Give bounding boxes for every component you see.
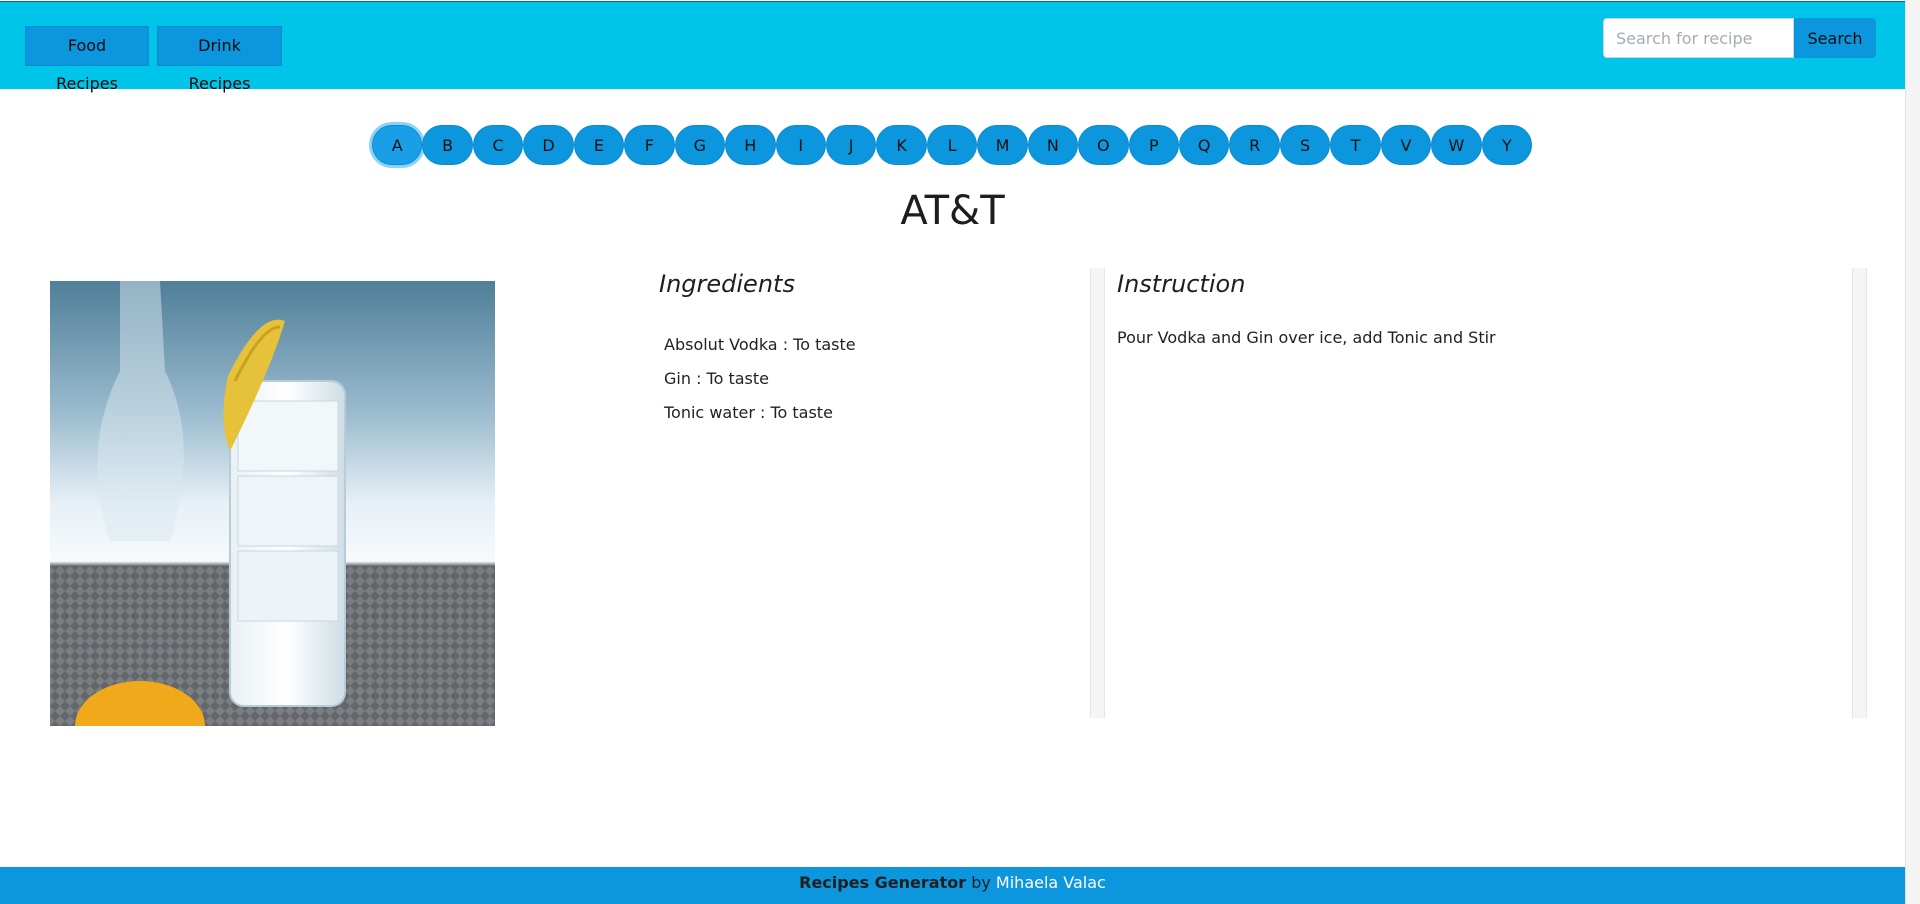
top-navbar: Food Recipes Drink Recipes Search — [0, 1, 1905, 93]
page: Food Recipes Drink Recipes Search ABCDEF… — [0, 0, 1920, 904]
letter-button-t[interactable]: T — [1330, 125, 1381, 165]
drink-photo — [50, 281, 495, 726]
instruction-panel: Instruction Pour Vodka and Gin over ice,… — [1105, 270, 1850, 718]
footer-author-link[interactable]: Mihaela Valac — [996, 873, 1106, 892]
letter-button-n[interactable]: N — [1027, 125, 1079, 165]
panel-scrollbar[interactable] — [1852, 268, 1867, 718]
letter-button-d[interactable]: D — [523, 125, 574, 165]
recipe-title: AT&T — [900, 188, 1005, 234]
letter-button-g[interactable]: G — [674, 125, 726, 165]
letter-button-c[interactable]: C — [472, 125, 524, 165]
ingredient-item: Gin : To taste — [664, 369, 770, 388]
letter-button-m[interactable]: M — [977, 125, 1028, 165]
letter-button-p[interactable]: P — [1128, 125, 1179, 165]
letter-button-l[interactable]: L — [926, 125, 978, 165]
search-form: Search — [1603, 18, 1876, 58]
page-scrollbar[interactable] — [1905, 0, 1920, 904]
instruction-heading: Instruction — [1117, 270, 1246, 298]
ingredient-item: Tonic water : To taste — [664, 403, 833, 422]
letter-button-w[interactable]: W — [1431, 125, 1482, 165]
instruction-text: Pour Vodka and Gin over ice, add Tonic a… — [1117, 328, 1496, 347]
letter-button-q[interactable]: Q — [1179, 125, 1230, 165]
letter-button-s[interactable]: S — [1279, 125, 1331, 165]
ingredients-heading: Ingredients — [659, 270, 795, 298]
footer: Recipes Generator by Mihaela Valac — [0, 867, 1905, 904]
food-recipes-button[interactable]: Food Recipes — [25, 26, 149, 93]
letter-button-b[interactable]: B — [422, 125, 473, 165]
letter-button-k[interactable]: K — [876, 125, 927, 165]
letter-button-a[interactable]: A — [372, 125, 423, 165]
letter-filter-bar: ABCDEFGHIJKLMNOPQRSTVWY — [372, 125, 1533, 165]
search-input[interactable] — [1603, 18, 1794, 58]
ingredient-item: Absolut Vodka : To taste — [664, 335, 856, 354]
letter-button-f[interactable]: F — [624, 125, 675, 165]
drink-recipes-button[interactable]: Drink Recipes — [157, 26, 282, 93]
letter-button-j[interactable]: J — [825, 125, 877, 165]
search-button[interactable]: Search — [1794, 18, 1876, 58]
letter-button-h[interactable]: H — [725, 125, 776, 165]
footer-by: by — [971, 873, 991, 892]
letter-button-r[interactable]: R — [1229, 125, 1280, 165]
letter-button-y[interactable]: Y — [1481, 125, 1533, 165]
ingredients-list: Absolut Vodka : To taste Gin : To taste To… — [659, 328, 1089, 430]
ingredients-panel: Ingredients Absolut Vodka : To taste Gin … — [659, 270, 1089, 718]
letter-button-e[interactable]: E — [573, 125, 625, 165]
letter-button-v[interactable]: V — [1380, 125, 1432, 165]
letter-button-i[interactable]: I — [775, 125, 826, 165]
panel-divider — [1090, 268, 1105, 718]
footer-brand: Recipes Generator — [799, 873, 967, 892]
letter-button-o[interactable]: O — [1078, 125, 1129, 165]
drink-photo-illustration — [50, 281, 495, 726]
